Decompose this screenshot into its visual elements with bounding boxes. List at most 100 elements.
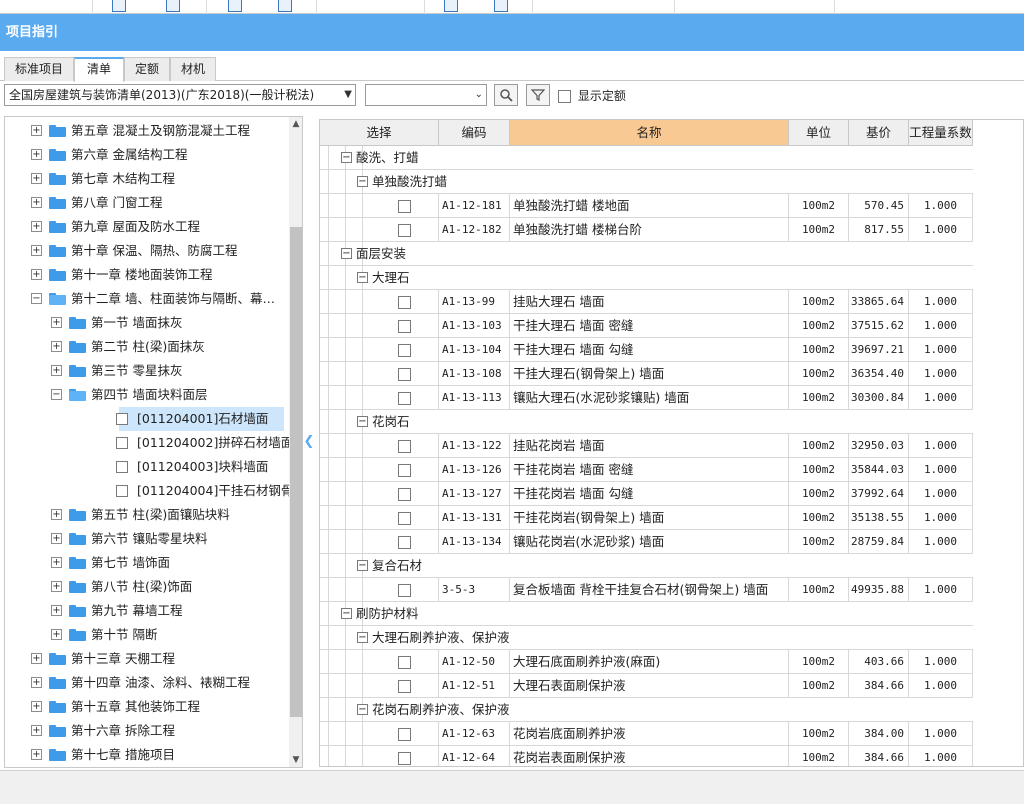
search-button[interactable]	[494, 84, 518, 106]
collapse-icon[interactable]: −	[51, 389, 62, 400]
grid-row[interactable]: A1-12-182 单独酸洗打蜡 楼梯台阶 100m2 817.55 1.000	[320, 218, 973, 242]
toolbar-button-4[interactable]	[278, 0, 292, 12]
grid-row[interactable]: A1-12-64 花岗岩表面刷保护液 100m2 384.66 1.000	[320, 746, 973, 766]
expand-icon[interactable]: +	[31, 245, 42, 256]
expand-icon[interactable]: +	[51, 509, 62, 520]
select-cell[interactable]	[370, 746, 439, 766]
expand-icon[interactable]: +	[31, 269, 42, 280]
library-select[interactable]: 全国房屋建筑与装饰清单(2013)(广东2018)(一般计税法) ▼	[4, 84, 356, 106]
header-code[interactable]: 编码	[439, 120, 510, 146]
tree-node[interactable]: + 第八章 门窗工程	[5, 191, 289, 215]
collapse-icon[interactable]: −	[341, 608, 352, 619]
row-checkbox[interactable]	[397, 440, 411, 453]
row-checkbox[interactable]	[397, 200, 411, 213]
collapse-icon[interactable]: −	[357, 632, 368, 643]
row-checkbox[interactable]	[397, 344, 411, 357]
select-cell[interactable]	[370, 338, 439, 362]
expand-icon[interactable]: +	[51, 533, 62, 544]
expand-icon[interactable]: +	[51, 581, 62, 592]
row-checkbox[interactable]	[397, 464, 411, 477]
row-checkbox[interactable]	[397, 536, 411, 549]
expand-icon[interactable]: +	[31, 725, 42, 736]
collapse-icon[interactable]: −	[357, 416, 368, 427]
row-checkbox[interactable]	[397, 320, 411, 333]
grid-row[interactable]: A1-12-181 单独酸洗打蜡 楼地面 100m2 570.45 1.000	[320, 194, 973, 218]
grid-group-row[interactable]: − 花岗石	[320, 410, 973, 434]
select-cell[interactable]	[370, 530, 439, 554]
grid-group-row[interactable]: − 面层安装	[320, 242, 973, 266]
row-checkbox[interactable]	[397, 512, 411, 525]
row-checkbox[interactable]	[397, 656, 411, 669]
show-quota-checkbox[interactable]	[558, 90, 571, 103]
tree-node[interactable]: + 第六章 金属结构工程	[5, 143, 289, 167]
tree-node[interactable]: + 第六节 镶贴零星块料	[5, 527, 289, 551]
toolbar-button-1[interactable]	[112, 0, 126, 12]
expand-icon[interactable]: +	[31, 197, 42, 208]
expand-icon[interactable]: +	[51, 341, 62, 352]
row-checkbox[interactable]	[397, 584, 411, 597]
select-cell[interactable]	[370, 362, 439, 386]
select-cell[interactable]	[370, 506, 439, 530]
row-checkbox[interactable]	[397, 752, 411, 765]
tab-bill[interactable]: 清单	[74, 57, 124, 82]
grid-row[interactable]: A1-12-50 大理石底面刷养护液(麻面) 100m2 403.66 1.000	[320, 650, 973, 674]
tree-scrollbar[interactable]: ▲ ▼	[289, 117, 302, 767]
filter-button[interactable]	[526, 84, 550, 106]
show-quota-option[interactable]: 显示定额	[558, 87, 626, 105]
select-cell[interactable]	[370, 290, 439, 314]
expand-icon[interactable]: +	[31, 173, 42, 184]
expand-icon[interactable]: +	[31, 701, 42, 712]
row-checkbox[interactable]	[397, 728, 411, 741]
grid-row[interactable]: 3-5-3 复合板墙面 背栓干挂复合石材(钢骨架上) 墙面 100m2 49935.8…	[320, 578, 973, 602]
tree-node[interactable]: + 第十四章 油漆、涂料、裱糊工程	[5, 671, 289, 695]
tree-node[interactable]: + 第五章 混凝土及钢筋混凝土工程	[5, 119, 289, 143]
grid-row[interactable]: A1-13-131 干挂花岗岩(钢骨架上) 墙面 100m2 35138.55 1.00…	[320, 506, 973, 530]
grid-group-row[interactable]: − 刷防护材料	[320, 602, 973, 626]
grid-row[interactable]: A1-13-126 干挂花岗岩 墙面 密缝 100m2 35844.03 1.000	[320, 458, 973, 482]
tree-item-checkbox[interactable]	[116, 437, 128, 449]
collapse-icon[interactable]: −	[341, 248, 352, 259]
row-checkbox[interactable]	[397, 224, 411, 237]
expand-icon[interactable]: +	[31, 125, 42, 136]
expand-icon[interactable]: +	[31, 149, 42, 160]
row-checkbox[interactable]	[397, 392, 411, 405]
select-cell[interactable]	[370, 578, 439, 602]
select-cell[interactable]	[370, 194, 439, 218]
tree-item[interactable]: [011204003]块料墙面	[5, 455, 289, 479]
tree-node[interactable]: + 第九章 屋面及防水工程	[5, 215, 289, 239]
select-cell[interactable]	[370, 314, 439, 338]
select-cell[interactable]	[370, 458, 439, 482]
scroll-down-icon[interactable]: ▼	[289, 753, 302, 767]
header-unit[interactable]: 单位	[789, 120, 849, 146]
collapse-left-icon[interactable]: ❮	[303, 430, 315, 454]
tree-item-checkbox[interactable]	[116, 413, 128, 425]
tree-node[interactable]: − 第十二章 墙、柱面装饰与隔断、幕…	[5, 287, 289, 311]
grid-row[interactable]: A1-13-99 挂贴大理石 墙面 100m2 33865.64 1.000	[320, 290, 973, 314]
grid-row[interactable]: A1-13-122 挂贴花岗岩 墙面 100m2 32950.03 1.000	[320, 434, 973, 458]
grid-row[interactable]: A1-13-108 干挂大理石(钢骨架上) 墙面 100m2 36354.40 1.00…	[320, 362, 973, 386]
header-factor[interactable]: 工程量系数	[909, 120, 973, 146]
tree-node[interactable]: + 第十五章 其他装饰工程	[5, 695, 289, 719]
select-cell[interactable]	[370, 386, 439, 410]
tree-node[interactable]: + 第二节 柱(梁)面抹灰	[5, 335, 289, 359]
tree-node[interactable]: + 第三节 零星抹灰	[5, 359, 289, 383]
select-cell[interactable]	[370, 722, 439, 746]
grid-group-row[interactable]: − 酸洗、打蜡	[320, 146, 973, 170]
grid-group-row[interactable]: − 花岗石刷养护液、保护液	[320, 698, 973, 722]
collapse-icon[interactable]: −	[357, 176, 368, 187]
tree-node[interactable]: + 第十节 隔断	[5, 623, 289, 647]
grid-row[interactable]: A1-13-134 镶贴花岗岩(水泥砂浆) 墙面 100m2 28759.84 1.00…	[320, 530, 973, 554]
tree-node[interactable]: + 第十一章 楼地面装饰工程	[5, 263, 289, 287]
tab-standard-items[interactable]: 标准项目	[4, 57, 74, 81]
tree-node[interactable]: + 第七节 墙饰面	[5, 551, 289, 575]
header-name[interactable]: 名称	[510, 120, 789, 146]
grid-row[interactable]: A1-12-63 花岗岩底面刷养护液 100m2 384.00 1.000	[320, 722, 973, 746]
scrollbar-thumb[interactable]	[290, 227, 302, 717]
select-cell[interactable]	[370, 650, 439, 674]
expand-icon[interactable]: +	[51, 557, 62, 568]
collapse-icon[interactable]: −	[357, 272, 368, 283]
expand-icon[interactable]: +	[51, 605, 62, 616]
tab-quota[interactable]: 定额	[124, 57, 170, 81]
select-cell[interactable]	[370, 434, 439, 458]
tree-node[interactable]: + 第十章 保温、隔热、防腐工程	[5, 239, 289, 263]
